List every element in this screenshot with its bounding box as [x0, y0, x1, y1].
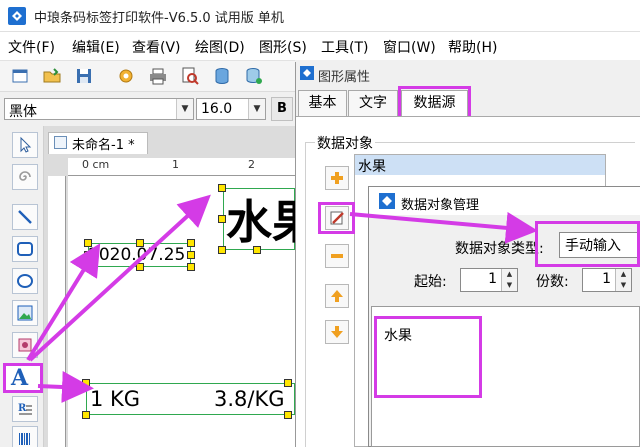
- arrow-down-icon[interactable]: [325, 320, 349, 344]
- line-icon[interactable]: [12, 204, 38, 230]
- rounded-rect-icon[interactable]: [12, 236, 38, 262]
- label-date-text[interactable]: 2020.07.25: [88, 245, 185, 265]
- label-canvas[interactable]: 水果 2020.07.25 1 KG 3.8/KG: [68, 176, 318, 447]
- group-label: 数据对象: [315, 133, 375, 153]
- image-icon[interactable]: [12, 300, 38, 326]
- resize-handle[interactable]: [187, 251, 195, 259]
- label-weight-text[interactable]: 1 KG: [90, 387, 140, 411]
- stepper-up-icon[interactable]: ▲: [502, 269, 517, 280]
- font-name-select[interactable]: 黑体 ▼: [4, 98, 194, 120]
- resize-handle[interactable]: [187, 263, 195, 271]
- dialog-title: 图形属性: [318, 70, 371, 85]
- resize-handle[interactable]: [218, 184, 226, 192]
- svg-text:R: R: [18, 403, 27, 414]
- resize-handle[interactable]: [84, 239, 92, 247]
- resize-handle[interactable]: [218, 215, 226, 223]
- resize-handle[interactable]: [84, 263, 92, 271]
- resize-handle[interactable]: [136, 263, 144, 271]
- chevron-down-icon[interactable]: ▼: [248, 99, 265, 119]
- highlight-box: [318, 202, 355, 234]
- menu-window[interactable]: 窗口(W): [383, 37, 436, 57]
- dialog-app-icon: [300, 66, 314, 80]
- font-bar: 黑体 ▼ 16.0 ▼: [0, 94, 295, 124]
- document-icon: [54, 136, 67, 149]
- database-settings-icon[interactable]: [244, 66, 264, 86]
- stepper-down-icon[interactable]: ▼: [616, 280, 631, 291]
- copies-label: 份数:: [536, 274, 569, 290]
- stepper-buttons[interactable]: ▲ ▼: [501, 269, 517, 291]
- ruler-unit: 0 cm: [82, 158, 110, 171]
- menu-shape[interactable]: 图形(S): [259, 37, 307, 57]
- highlight-box: [535, 221, 640, 267]
- menu-view[interactable]: 查看(V): [132, 37, 181, 57]
- database-icon[interactable]: [212, 66, 232, 86]
- ellipse-icon[interactable]: [12, 268, 38, 294]
- tab-basic[interactable]: 基本: [298, 90, 347, 116]
- resize-handle[interactable]: [82, 411, 90, 419]
- copies-stepper[interactable]: 1 ▲ ▼: [582, 268, 632, 292]
- arrow-up-icon[interactable]: [325, 284, 349, 308]
- ruler-mark: 2: [248, 158, 255, 171]
- stepper-buttons[interactable]: ▲ ▼: [615, 269, 631, 291]
- menu-help[interactable]: 帮助(H): [448, 37, 497, 57]
- resize-handle[interactable]: [253, 246, 261, 254]
- remove-icon[interactable]: [325, 244, 349, 268]
- print-icon[interactable]: [148, 66, 168, 86]
- window-title: 中琅条码标签打印软件-V6.5.0 试用版 单机: [34, 11, 284, 26]
- rich-text-icon[interactable]: R: [12, 396, 38, 422]
- save-icon[interactable]: [74, 66, 94, 86]
- font-name-value: 黑体: [9, 104, 37, 120]
- resize-handle[interactable]: [187, 239, 195, 247]
- bold-button[interactable]: B: [271, 97, 293, 121]
- main-toolbar: [0, 60, 295, 92]
- highlight-box: [374, 316, 482, 398]
- new-icon[interactable]: [10, 66, 30, 86]
- add-icon[interactable]: [325, 166, 349, 190]
- drawing-tools-panel: R: [0, 126, 44, 447]
- stepper-down-icon[interactable]: ▼: [502, 280, 517, 291]
- chevron-down-icon[interactable]: ▼: [176, 99, 193, 119]
- start-stepper[interactable]: 1 ▲ ▼: [460, 268, 518, 292]
- subdialog-title: 数据对象管理: [401, 198, 480, 213]
- text-icon: A: [11, 365, 29, 391]
- shape-icon[interactable]: [12, 332, 38, 358]
- start-label: 起始:: [414, 274, 447, 290]
- resize-handle[interactable]: [136, 239, 144, 247]
- resize-handle[interactable]: [84, 251, 92, 259]
- tab-document-label: 未命名-1 *: [72, 138, 135, 153]
- barcode-icon[interactable]: [12, 426, 38, 447]
- start-value: 1: [488, 271, 497, 287]
- menu-draw[interactable]: 绘图(D): [195, 37, 245, 57]
- resize-handle[interactable]: [284, 411, 292, 419]
- menu-bar: 文件(F) 编辑(E) 查看(V) 绘图(D) 图形(S) 工具(T) 窗口(W…: [0, 32, 640, 60]
- pointer-icon[interactable]: [12, 132, 38, 158]
- menu-tools[interactable]: 工具(T): [321, 37, 368, 57]
- data-type-label: 数据对象类型:: [455, 241, 544, 257]
- menu-edit[interactable]: 编辑(E): [72, 37, 120, 57]
- resize-handle[interactable]: [82, 379, 90, 387]
- ruler-mark: 1: [172, 158, 179, 171]
- settings-gear-icon[interactable]: [116, 66, 136, 86]
- list-item[interactable]: [355, 155, 605, 175]
- font-size-select[interactable]: 16.0 ▼: [196, 98, 266, 120]
- app-logo-icon: [8, 7, 26, 25]
- resize-handle[interactable]: [284, 379, 292, 387]
- tab-text[interactable]: 文字: [348, 90, 398, 116]
- horizontal-ruler: 0 cm 1 2: [68, 158, 295, 176]
- print-preview-icon[interactable]: [180, 66, 200, 86]
- list-item-label: 水果: [358, 159, 386, 175]
- dialog-app-icon: [379, 193, 395, 209]
- spiral-icon[interactable]: [12, 164, 38, 190]
- font-size-value: 16.0: [201, 101, 233, 117]
- open-icon[interactable]: [42, 66, 62, 86]
- resize-handle[interactable]: [218, 246, 226, 254]
- stepper-up-icon[interactable]: ▲: [616, 269, 631, 280]
- copies-value: 1: [602, 271, 611, 287]
- vertical-ruler: [48, 176, 66, 447]
- label-price-text[interactable]: 3.8/KG: [214, 387, 285, 411]
- menu-file[interactable]: 文件(F): [8, 37, 55, 57]
